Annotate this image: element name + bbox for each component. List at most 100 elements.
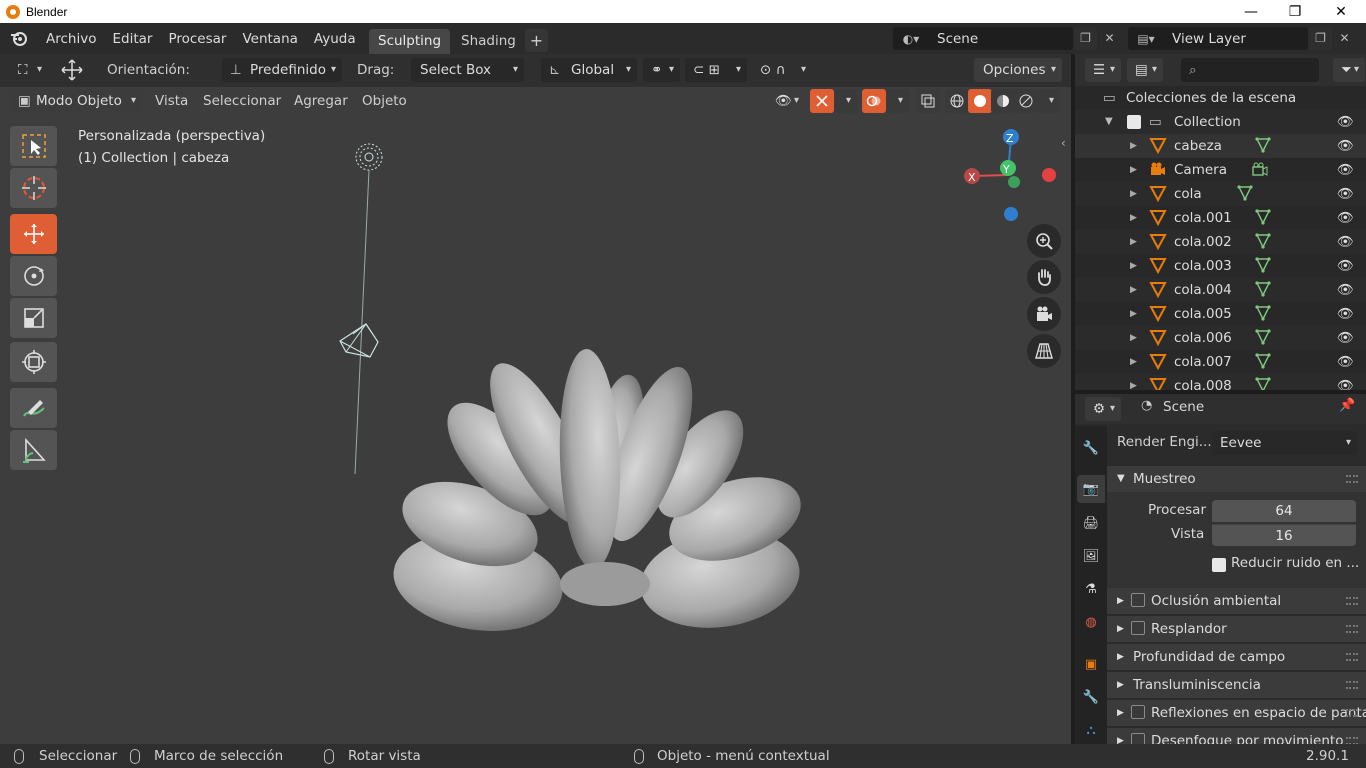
scene-selector[interactable]: ◐▾ Scene [893,27,1073,50]
blender-menu-icon[interactable] [8,28,30,50]
mesh-data-icon[interactable] [1253,375,1273,390]
scene-tab-icon[interactable]: ⚗ [1077,575,1105,603]
outliner-item[interactable]: ▶ cola.005 👁 [1075,302,1366,326]
properties-panel-header[interactable]: ▶ Resplandor [1107,616,1366,642]
delete-view-layer-button[interactable]: ✕ [1333,27,1356,50]
light-object[interactable] [354,143,383,475]
properties-panel-header[interactable]: ▶ Oclusión ambiental [1107,588,1366,614]
outliner-item[interactable]: ▶ cola.008 👁 [1075,374,1366,390]
properties-panel-header[interactable]: ▶ Transluminiscencia [1107,672,1366,698]
expand-arrow-icon[interactable]: ▶ [1130,302,1137,326]
drag-grip-icon[interactable] [1346,681,1358,689]
menu-ventana[interactable]: Ventana [234,31,305,47]
new-scene-button[interactable]: ❐ [1074,27,1097,50]
denoise-checkbox[interactable] [1212,558,1226,572]
panel-enable-checkbox[interactable] [1131,593,1145,607]
menu-ayuda[interactable]: Ayuda [306,31,364,47]
drag-grip-icon[interactable] [1346,625,1358,633]
scene-collection-row[interactable]: ▭ Colecciones de la escena [1075,86,1366,110]
eye-icon[interactable]: 👁 [1337,326,1354,350]
eye-icon[interactable]: 👁 [1337,374,1354,390]
restore-button[interactable]: ❐ [1272,0,1318,23]
render-engine-dropdown[interactable]: Eevee ▾ [1212,431,1357,455]
drag-grip-icon[interactable] [1346,653,1358,661]
eye-icon[interactable]: 👁 [1337,302,1354,326]
outliner-item[interactable]: ▶ cola.002 👁 [1075,230,1366,254]
modifier-tab-icon[interactable]: 🔧 [1077,683,1105,711]
properties-panel-header[interactable]: ▶ Desenfoque por movimiento [1107,728,1366,744]
flower-mesh[interactable] [387,348,811,641]
tab-shading[interactable]: Shading [452,29,525,54]
expand-arrow-icon[interactable]: ▶ [1130,134,1137,158]
eye-icon[interactable]: 👁 [1337,278,1354,302]
drag-grip-icon[interactable] [1346,709,1358,717]
drag-grip-icon[interactable] [1346,597,1358,605]
drag-grip-icon[interactable] [1346,737,1358,744]
expand-arrow-icon[interactable]: ▶ [1130,254,1137,278]
render-tab-icon[interactable]: 📷 [1077,475,1105,503]
outliner-item[interactable]: ▶ cola.001 👁 [1075,206,1366,230]
eye-icon[interactable]: 👁 [1337,254,1354,278]
particles-tab-icon[interactable]: ⛬ [1077,716,1105,744]
outliner-item[interactable]: ▶ cola.004 👁 [1075,278,1366,302]
outliner-editor-type[interactable]: ☰ ▾ [1085,58,1121,82]
camera-object[interactable] [339,323,379,358]
expand-arrow-icon[interactable]: ▼ [1105,110,1113,134]
pin-icon[interactable]: 📌 [1339,398,1355,413]
panel-enable-checkbox[interactable] [1131,621,1145,635]
close-button[interactable]: ✕ [1318,0,1364,23]
filter-dropdown[interactable]: ⏷ ▾ [1333,58,1365,82]
object-tab-icon[interactable]: ▣ [1077,650,1105,678]
navigation-gizmo[interactable]: Z Y X [964,129,1056,221]
minimize-button[interactable]: — [1228,0,1274,23]
drag-grip-icon[interactable] [1346,475,1358,483]
properties-panel-header[interactable]: ▶ Profundidad de campo [1107,644,1366,670]
outliner-item[interactable]: ▶ cola.006 👁 [1075,326,1366,350]
expand-arrow-icon[interactable]: ▶ [1130,350,1137,374]
outliner-search-input[interactable]: ⌕ [1181,58,1319,82]
delete-scene-button[interactable]: ✕ [1098,27,1121,50]
add-workspace-button[interactable]: + [525,29,548,52]
collection-row[interactable]: ▼ ▭ Collection 👁 [1075,110,1366,134]
outliner-item[interactable]: ▶ cabeza 👁 [1075,134,1366,158]
eye-icon[interactable]: 👁 [1337,158,1354,182]
pan-hand-icon[interactable] [1027,260,1061,294]
outliner-item[interactable]: ▶ cola.007 👁 [1075,350,1366,374]
perspective-toggle-icon[interactable] [1027,334,1061,368]
zoom-icon[interactable] [1027,224,1061,258]
menu-procesar[interactable]: Procesar [160,31,234,47]
tab-sculpting[interactable]: Sculpting [369,29,451,54]
eye-icon[interactable]: 👁 [1337,350,1354,374]
expand-arrow-icon[interactable]: ▶ [1130,182,1137,206]
eye-icon[interactable]: 👁 [1337,230,1354,254]
outliner-item[interactable]: ▶ cola 👁 [1075,182,1366,206]
expand-arrow-icon[interactable]: ▶ [1130,206,1137,230]
expand-arrow-icon[interactable]: ▶ [1130,326,1137,350]
sampling-panel-header[interactable]: ▼ Muestreo [1107,466,1366,492]
expand-arrow-icon[interactable]: ▶ [1130,278,1137,302]
display-mode-dropdown[interactable]: ▤ ▾ [1127,58,1163,82]
expand-arrow-icon[interactable]: ▶ [1130,158,1137,182]
viewport-3d[interactable]: ⛶ ▾ Orientación: ⊥ Predefinido ▾ Drag: Sel… [0,54,1071,744]
new-view-layer-button[interactable]: ❐ [1309,27,1332,50]
outliner-item[interactable]: ▶ Camera 👁 [1075,158,1366,182]
menu-editar[interactable]: Editar [104,31,160,47]
eye-icon[interactable]: 👁 [1337,134,1354,158]
expand-arrow-icon[interactable]: ▶ [1130,230,1137,254]
viewport-samples-field[interactable]: 16 [1212,524,1356,546]
collection-checkbox[interactable] [1127,115,1141,129]
eye-icon[interactable]: 👁 [1337,182,1354,206]
view-layer-selector[interactable]: ▤▾ View Layer [1128,27,1308,50]
camera-view-icon[interactable] [1027,297,1061,331]
world-tab-icon[interactable]: ◍ [1077,608,1105,636]
properties-panel-header[interactable]: ▶ Reflexiones en espacio de pantalla [1107,700,1366,726]
panel-enable-checkbox[interactable] [1131,733,1145,744]
view-layer-tab-icon[interactable]: 🖼 [1077,542,1105,570]
panel-enable-checkbox[interactable] [1131,705,1145,719]
properties-editor-type[interactable]: ⚙ ▾ [1085,397,1121,421]
output-tab-icon[interactable]: 🖨 [1077,509,1105,537]
render-samples-field[interactable]: 64 [1212,500,1356,522]
outliner-item[interactable]: ▶ cola.003 👁 [1075,254,1366,278]
eye-icon[interactable]: 👁 [1337,206,1354,230]
tool-tab-icon[interactable]: 🔧 [1077,434,1105,462]
